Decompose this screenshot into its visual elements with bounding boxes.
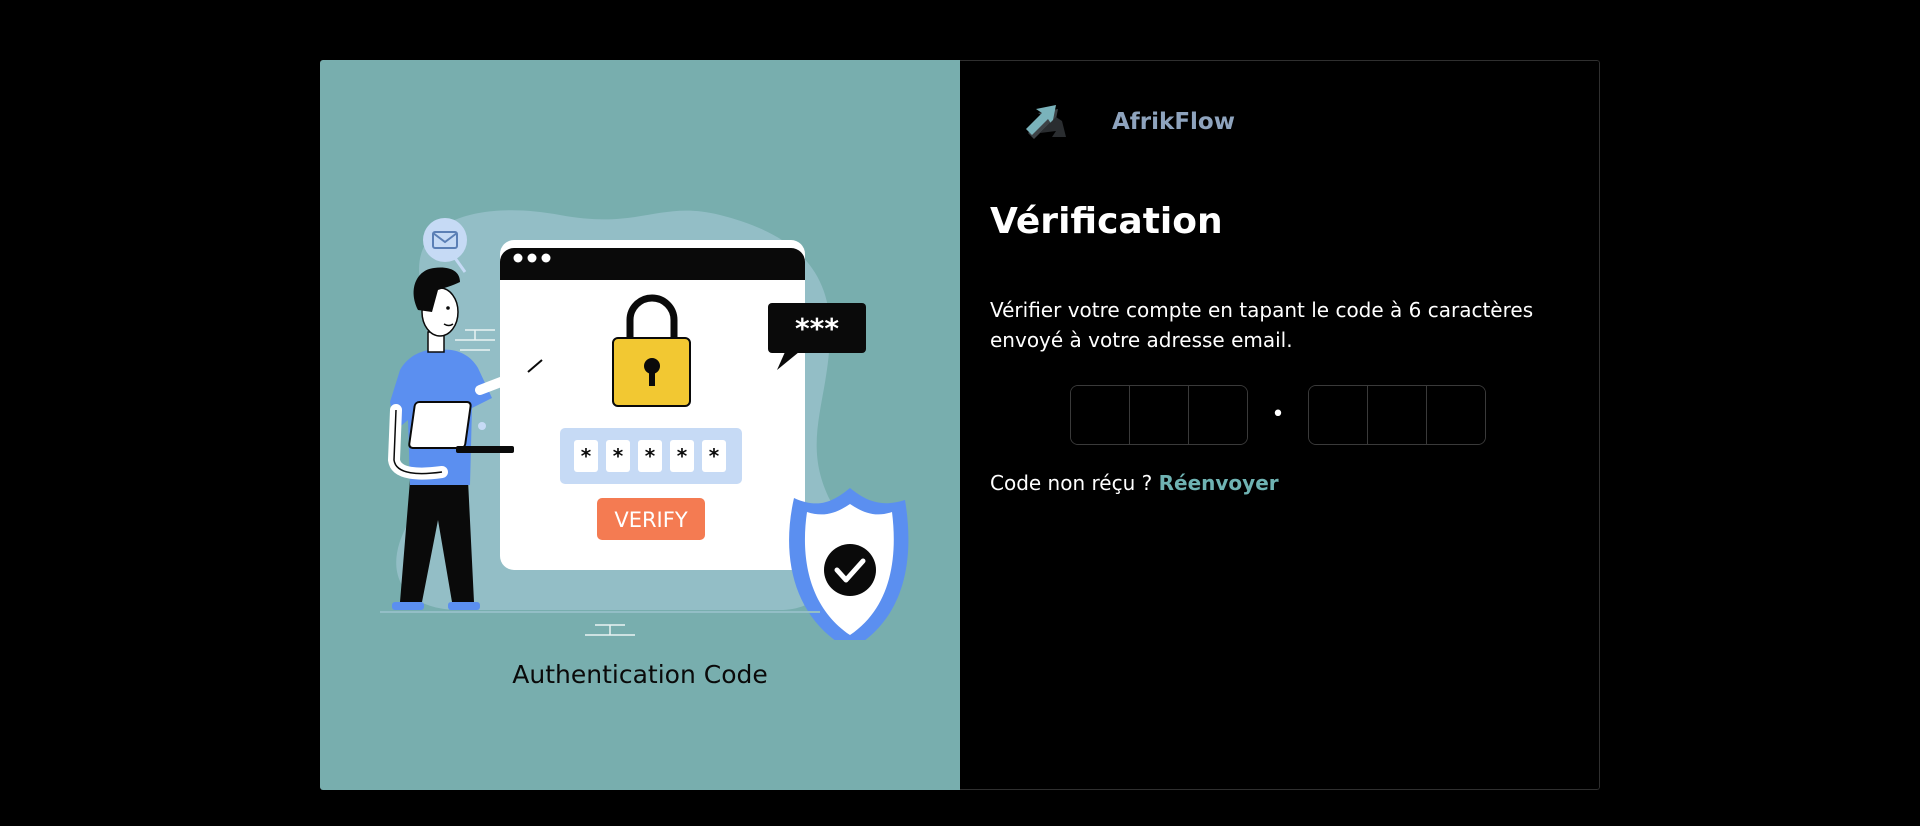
brand-name: AfrikFlow [1112, 109, 1235, 135]
arrow-logo-icon [1026, 105, 1066, 139]
resend-link[interactable]: Réenvoyer [1159, 471, 1279, 495]
auth-card: * * * * * VERIFY *** Authentication Code… [320, 60, 1600, 790]
code-separator: • [1271, 402, 1285, 427]
code-group-first [1070, 385, 1248, 445]
password-field-graphic: * * * * * [560, 428, 742, 484]
password-char: * [581, 444, 592, 468]
code-digit-4-input[interactable] [1309, 386, 1368, 444]
resend-row: Code non réçu ? Réenvoyer [990, 471, 1279, 495]
illustration-caption: Authentication Code [512, 660, 768, 689]
code-digit-3-input[interactable] [1189, 386, 1247, 444]
authentication-illustration: * * * * * VERIFY *** [380, 210, 909, 640]
verify-label: VERIFY [614, 508, 687, 532]
illustration-panel: * * * * * VERIFY *** Authentication Code [320, 60, 960, 790]
bubble-text: *** [795, 312, 839, 345]
code-digit-5-input[interactable] [1368, 386, 1427, 444]
password-char: * [613, 444, 624, 468]
password-char: * [709, 444, 720, 468]
code-input-area: • [1070, 385, 1486, 445]
code-group-second [1308, 385, 1486, 445]
password-char: * [645, 444, 656, 468]
page-title: Vérification [990, 201, 1223, 242]
shield-check-icon [789, 488, 909, 640]
brand-header: AfrikFlow [1022, 103, 1235, 141]
code-digit-2-input[interactable] [1130, 386, 1189, 444]
resend-prompt: Code non réçu ? [990, 471, 1153, 495]
code-digit-6-input[interactable] [1427, 386, 1485, 444]
verification-description: Vérifier votre compte en tapant le code … [990, 298, 1534, 352]
code-digit-1-input[interactable] [1071, 386, 1130, 444]
verify-button-graphic: VERIFY [597, 498, 705, 540]
verification-panel: AfrikFlow Vérification Vérifier votre co… [960, 60, 1600, 790]
password-char: * [677, 444, 688, 468]
